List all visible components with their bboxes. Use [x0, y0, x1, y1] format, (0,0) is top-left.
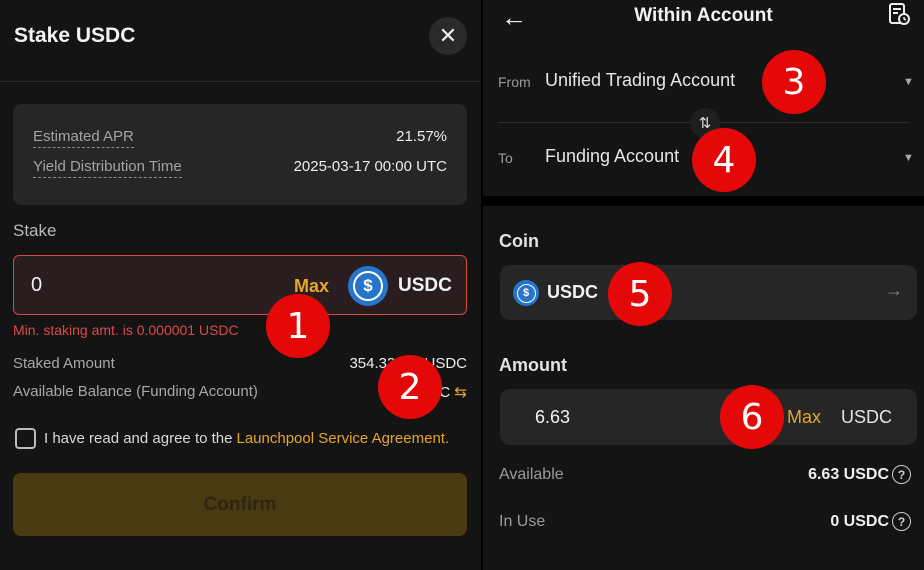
stake-amount-value[interactable]: 0 [31, 274, 42, 297]
annotation-badge-6: 6 [720, 385, 784, 449]
estimated-apr-label[interactable]: Estimated APR [33, 128, 134, 148]
staked-amount-label: Staked Amount [13, 355, 115, 372]
help-icon[interactable]: ? [892, 512, 911, 531]
available-balance-label: Available Balance (Funding Account) [13, 383, 258, 400]
min-stake-error: Min. staking amt. is 0.000001 USDC [13, 322, 239, 338]
arrow-right-icon: → [885, 280, 903, 300]
annotation-badge-5: 5 [608, 262, 672, 326]
coin-symbol: $ [516, 283, 536, 303]
stake-label: Stake [13, 221, 57, 240]
close-icon: ✕ [438, 23, 458, 48]
amount-label: Amount [499, 355, 567, 375]
in-use-value: 0 USDC [830, 513, 889, 530]
yield-time-label[interactable]: Yield Distribution Time [33, 158, 182, 178]
coin-selector[interactable]: $ USDC → [500, 265, 917, 320]
chevron-down-icon: ▼ [903, 76, 914, 88]
available-value: 6.63 USDC [808, 466, 889, 483]
annotation-badge-4: 4 [692, 128, 756, 192]
to-account-name: Funding Account [545, 146, 680, 166]
chevron-down-icon: ▼ [903, 152, 914, 164]
from-account-row[interactable]: From Unified Trading Account ▼ [483, 52, 924, 112]
agreement-row: I have read and agree to the Launchpool … [15, 428, 449, 449]
confirm-button[interactable]: Confirm [13, 473, 467, 536]
usdc-coin-icon: $ [513, 280, 539, 306]
stake-modal: Stake USDC ✕ Estimated APR 21.57% Yield … [0, 0, 481, 570]
yield-time-value: 2025-03-17 00:00 UTC [293, 158, 447, 175]
usdc-coin-icon: $ [348, 266, 388, 306]
from-account-name: Unified Trading Account [545, 70, 736, 90]
annotation-badge-2: 2 [378, 355, 442, 419]
to-tag: To [498, 150, 513, 166]
annotation-badge-1: 1 [266, 294, 330, 358]
transfer-panel: ← Within Account From Unified Trading Ac… [483, 0, 924, 570]
close-button[interactable]: ✕ [429, 17, 467, 55]
help-icon[interactable]: ? [892, 465, 911, 484]
available-row: Available 6.63 USDC ? [499, 465, 911, 484]
page-title: Within Account [634, 5, 773, 26]
transfer-icon[interactable]: ⇆ [454, 384, 467, 401]
coin-symbol: $ [353, 271, 383, 301]
stake-amount-input[interactable]: 0 Max $ USDC [13, 255, 467, 315]
coin-label: Coin [499, 231, 539, 251]
info-box: Estimated APR 21.57% Yield Distribution … [13, 104, 467, 205]
estimated-apr-value: 21.57% [396, 128, 447, 145]
document-clock-icon[interactable] [888, 2, 910, 26]
in-use-label: In Use [499, 513, 546, 530]
yield-time-row: Yield Distribution Time 2025-03-17 00:00… [33, 158, 447, 178]
coin-name: USDC [398, 275, 452, 296]
amount-input[interactable]: 6.63 Max USDC [500, 389, 917, 445]
modal-header: Stake USDC ✕ [0, 0, 481, 82]
annotation-badge-3: 3 [762, 50, 826, 114]
agreement-text: I have read and agree to the [44, 430, 233, 447]
amount-value[interactable]: 6.63 [535, 407, 570, 428]
modal-title: Stake USDC [14, 24, 136, 47]
coin-name: USDC [547, 282, 599, 302]
max-button[interactable]: Max [787, 407, 821, 428]
in-use-row: In Use 0 USDC ? [499, 512, 911, 531]
estimated-apr-row: Estimated APR 21.57% [33, 128, 447, 148]
amount-unit: USDC [841, 407, 893, 427]
section-separator [483, 196, 924, 206]
service-agreement-link[interactable]: Launchpool Service Agreement. [236, 430, 449, 447]
available-label: Available [499, 466, 564, 483]
from-tag: From [498, 74, 531, 90]
agreement-checkbox[interactable] [15, 428, 36, 449]
available-balance-value: C ⇆ [439, 383, 467, 401]
